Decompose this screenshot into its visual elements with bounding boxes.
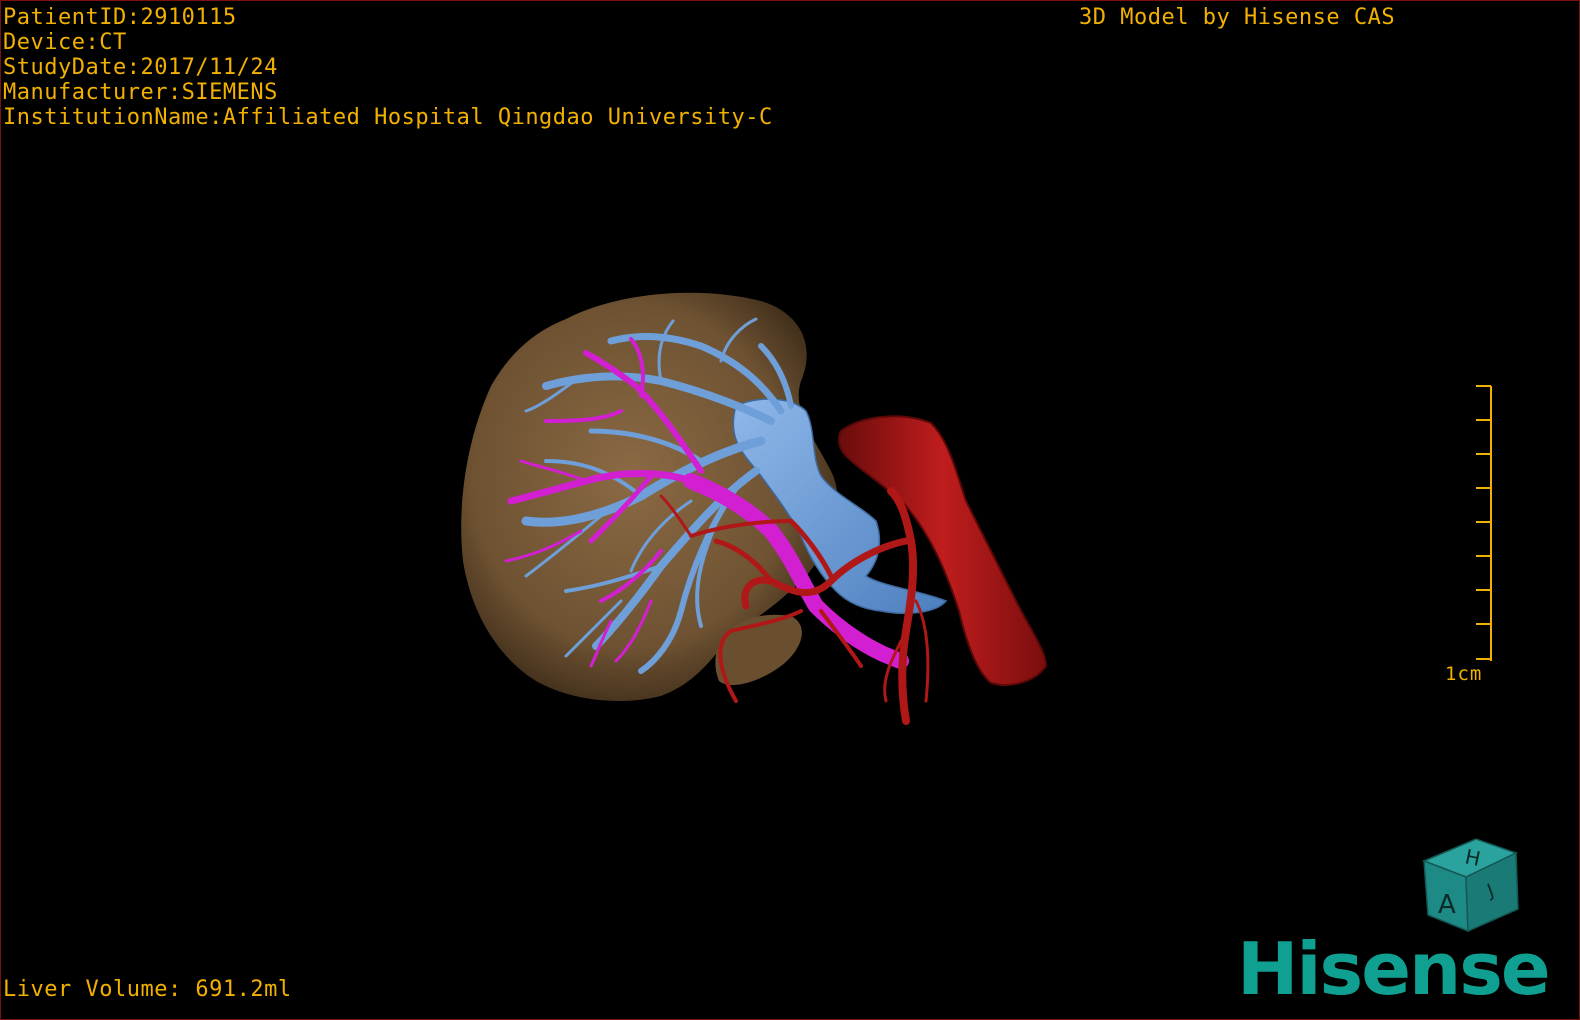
- scale-bar-label: 1cm: [1445, 663, 1483, 685]
- cube-face-front-label: A: [1438, 890, 1456, 920]
- study-date-text: StudyDate:2017/11/24: [3, 55, 278, 80]
- hisense-logo: Hisense: [1237, 927, 1551, 1011]
- institution-text: InstitutionName:Affiliated Hospital Qing…: [3, 105, 773, 130]
- device-text: Device:CT: [3, 30, 127, 55]
- 3d-viewport[interactable]: PatientID:2910115 Device:CT StudyDate:20…: [0, 0, 1580, 1020]
- patient-id-text: PatientID:2910115: [3, 5, 237, 30]
- liver-3d-model[interactable]: [1, 1, 1579, 1019]
- liver-volume-text: Liver Volume: 691.2ml: [3, 977, 292, 1002]
- manufacturer-text: Manufacturer:SIEMENS: [3, 80, 278, 105]
- scale-bar: [1476, 385, 1492, 661]
- orientation-cube[interactable]: H A J: [1416, 831, 1526, 941]
- model-credit-text: 3D Model by Hisense CAS: [1079, 5, 1396, 30]
